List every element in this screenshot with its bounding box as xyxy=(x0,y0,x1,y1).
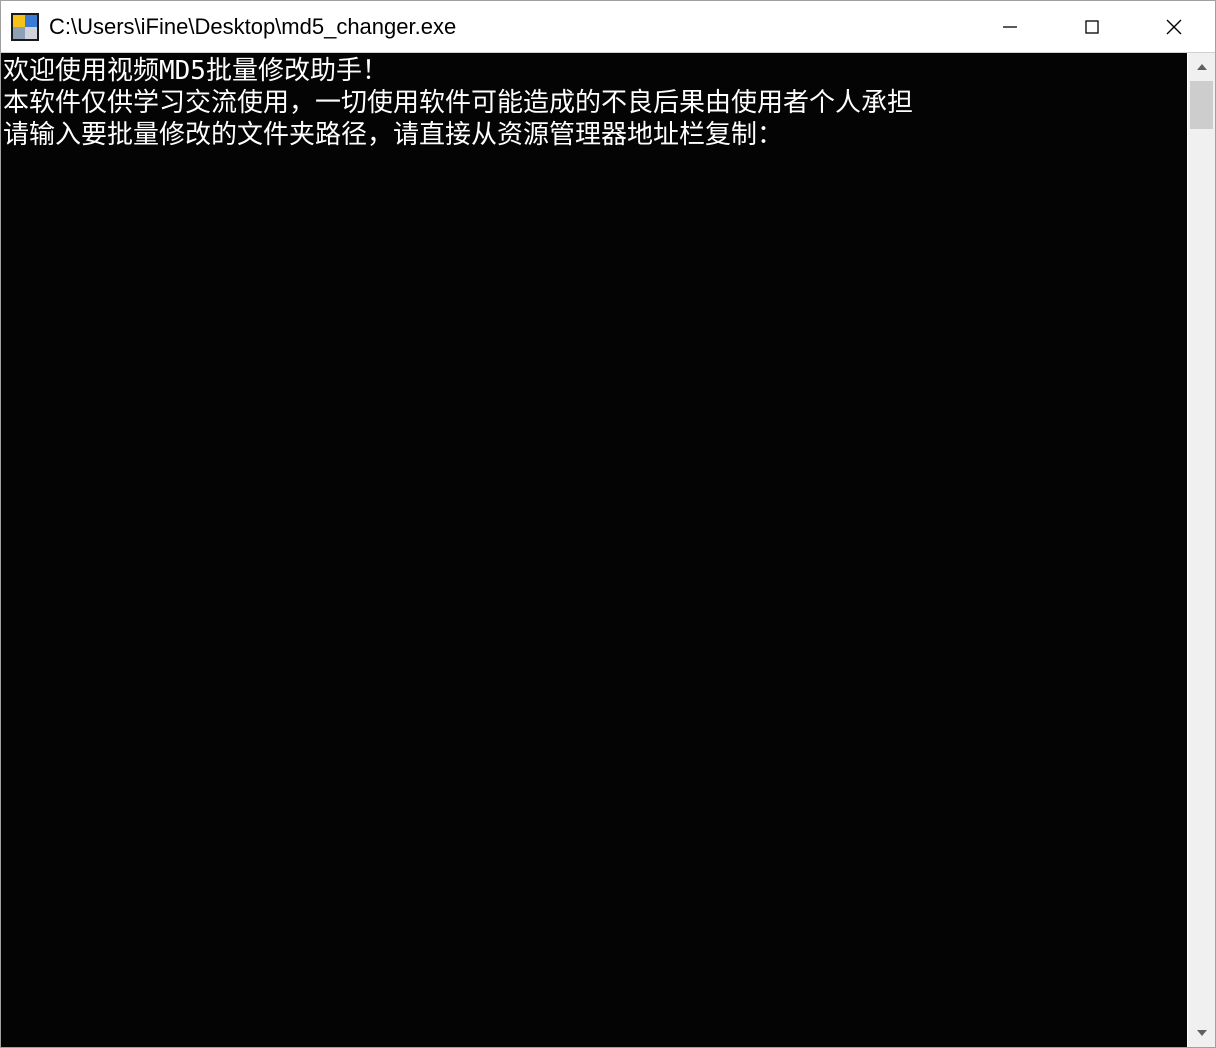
minimize-button[interactable] xyxy=(969,1,1051,52)
console-line: 本软件仅供学习交流使用，一切使用软件可能造成的不良后果由使用者个人承担 xyxy=(3,87,1185,119)
vertical-scrollbar[interactable] xyxy=(1187,53,1215,1047)
maximize-button[interactable] xyxy=(1051,1,1133,52)
console-line: 欢迎使用视频MD5批量修改助手！ xyxy=(3,55,1185,87)
window-title: C:\Users\iFine\Desktop\md5_changer.exe xyxy=(49,14,969,40)
window-controls xyxy=(969,1,1215,52)
scroll-up-arrow[interactable] xyxy=(1188,53,1215,81)
scroll-thumb[interactable] xyxy=(1190,81,1213,129)
app-window: C:\Users\iFine\Desktop\md5_changer.exe xyxy=(0,0,1216,1048)
app-icon xyxy=(11,13,39,41)
scroll-down-arrow[interactable] xyxy=(1188,1019,1215,1047)
client-area: 欢迎使用视频MD5批量修改助手！本软件仅供学习交流使用，一切使用软件可能造成的不… xyxy=(1,53,1215,1047)
console-output[interactable]: 欢迎使用视频MD5批量修改助手！本软件仅供学习交流使用，一切使用软件可能造成的不… xyxy=(1,53,1187,1047)
title-bar[interactable]: C:\Users\iFine\Desktop\md5_changer.exe xyxy=(1,1,1215,53)
close-button[interactable] xyxy=(1133,1,1215,52)
console-line: 请输入要批量修改的文件夹路径，请直接从资源管理器地址栏复制： xyxy=(3,119,1185,151)
scroll-track[interactable] xyxy=(1188,81,1215,1019)
